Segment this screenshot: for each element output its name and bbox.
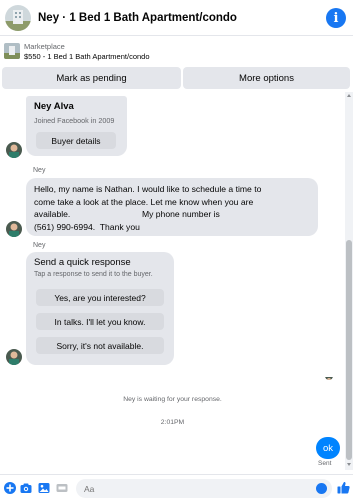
message-sender: Ney bbox=[33, 167, 46, 174]
message-sender: Ney bbox=[33, 242, 46, 249]
my-message-bubble[interactable]: ok bbox=[316, 437, 340, 459]
sent-status: Sent bbox=[318, 460, 332, 467]
message-timestamp: 2:01PM bbox=[160, 419, 185, 426]
scrollbar-thumb[interactable] bbox=[346, 240, 352, 460]
more-options-button[interactable]: More options bbox=[183, 67, 350, 89]
scroll-up-arrow-icon[interactable] bbox=[347, 94, 351, 97]
quick-response-option[interactable]: Yes, are you interested? bbox=[36, 289, 164, 306]
listing-detail: $550 - 1 Bed 1 Bath Apartment/condo bbox=[24, 52, 150, 61]
message-composer bbox=[0, 474, 353, 500]
plus-icon[interactable] bbox=[4, 482, 16, 494]
sender-avatar[interactable] bbox=[6, 349, 22, 365]
quick-response-option[interactable]: In talks. I'll let you know. bbox=[36, 313, 164, 330]
photo-icon[interactable] bbox=[38, 482, 50, 494]
listing-thumbnail bbox=[4, 43, 20, 59]
waiting-status: Ney is waiting for your response. bbox=[123, 396, 222, 403]
info-icon[interactable]: i bbox=[326, 8, 346, 28]
quick-response-option[interactable]: Sorry, it's not available. bbox=[36, 337, 164, 354]
gif-icon[interactable] bbox=[56, 482, 68, 494]
mark-as-pending-button[interactable]: Mark as pending bbox=[2, 67, 181, 89]
buyer-name: Ney Alva bbox=[34, 101, 74, 112]
buyer-details-button[interactable]: Buyer details bbox=[36, 132, 116, 149]
quick-response-title: Send a quick response bbox=[34, 257, 131, 268]
message-input[interactable] bbox=[76, 479, 332, 498]
buyer-joined: Joined Facebook in 2009 bbox=[34, 116, 115, 125]
scroll-down-arrow-icon[interactable] bbox=[347, 463, 351, 466]
sender-avatar[interactable] bbox=[6, 142, 22, 158]
listing-source-label: Marketplace bbox=[24, 42, 65, 51]
contact-avatar[interactable] bbox=[5, 4, 31, 31]
emoji-icon[interactable] bbox=[316, 483, 327, 494]
conversation-title[interactable]: Ney · 1 Bed 1 Bath Apartment/condo bbox=[38, 12, 237, 24]
message-bubble[interactable]: Hello, my name is Nathan. I would like t… bbox=[26, 178, 318, 236]
conversation-header: Ney · 1 Bed 1 Bath Apartment/condo i bbox=[0, 0, 353, 36]
thumbs-up-icon[interactable] bbox=[337, 481, 350, 494]
marketplace-listing[interactable]: Marketplace $550 - 1 Bed 1 Bath Apartmen… bbox=[0, 37, 353, 65]
message-thread[interactable]: Ney Alva Joined Facebook in 2009 Buyer d… bbox=[0, 92, 345, 470]
camera-icon[interactable] bbox=[20, 482, 32, 494]
seen-indicator-avatar bbox=[325, 372, 333, 380]
buyer-profile-card: Ney Alva Joined Facebook in 2009 Buyer d… bbox=[26, 96, 127, 156]
quick-response-card: Send a quick response Tap a response to … bbox=[26, 252, 174, 365]
quick-response-subtitle: Tap a response to send it to the buyer. bbox=[34, 271, 153, 278]
sender-avatar[interactable] bbox=[6, 221, 22, 237]
